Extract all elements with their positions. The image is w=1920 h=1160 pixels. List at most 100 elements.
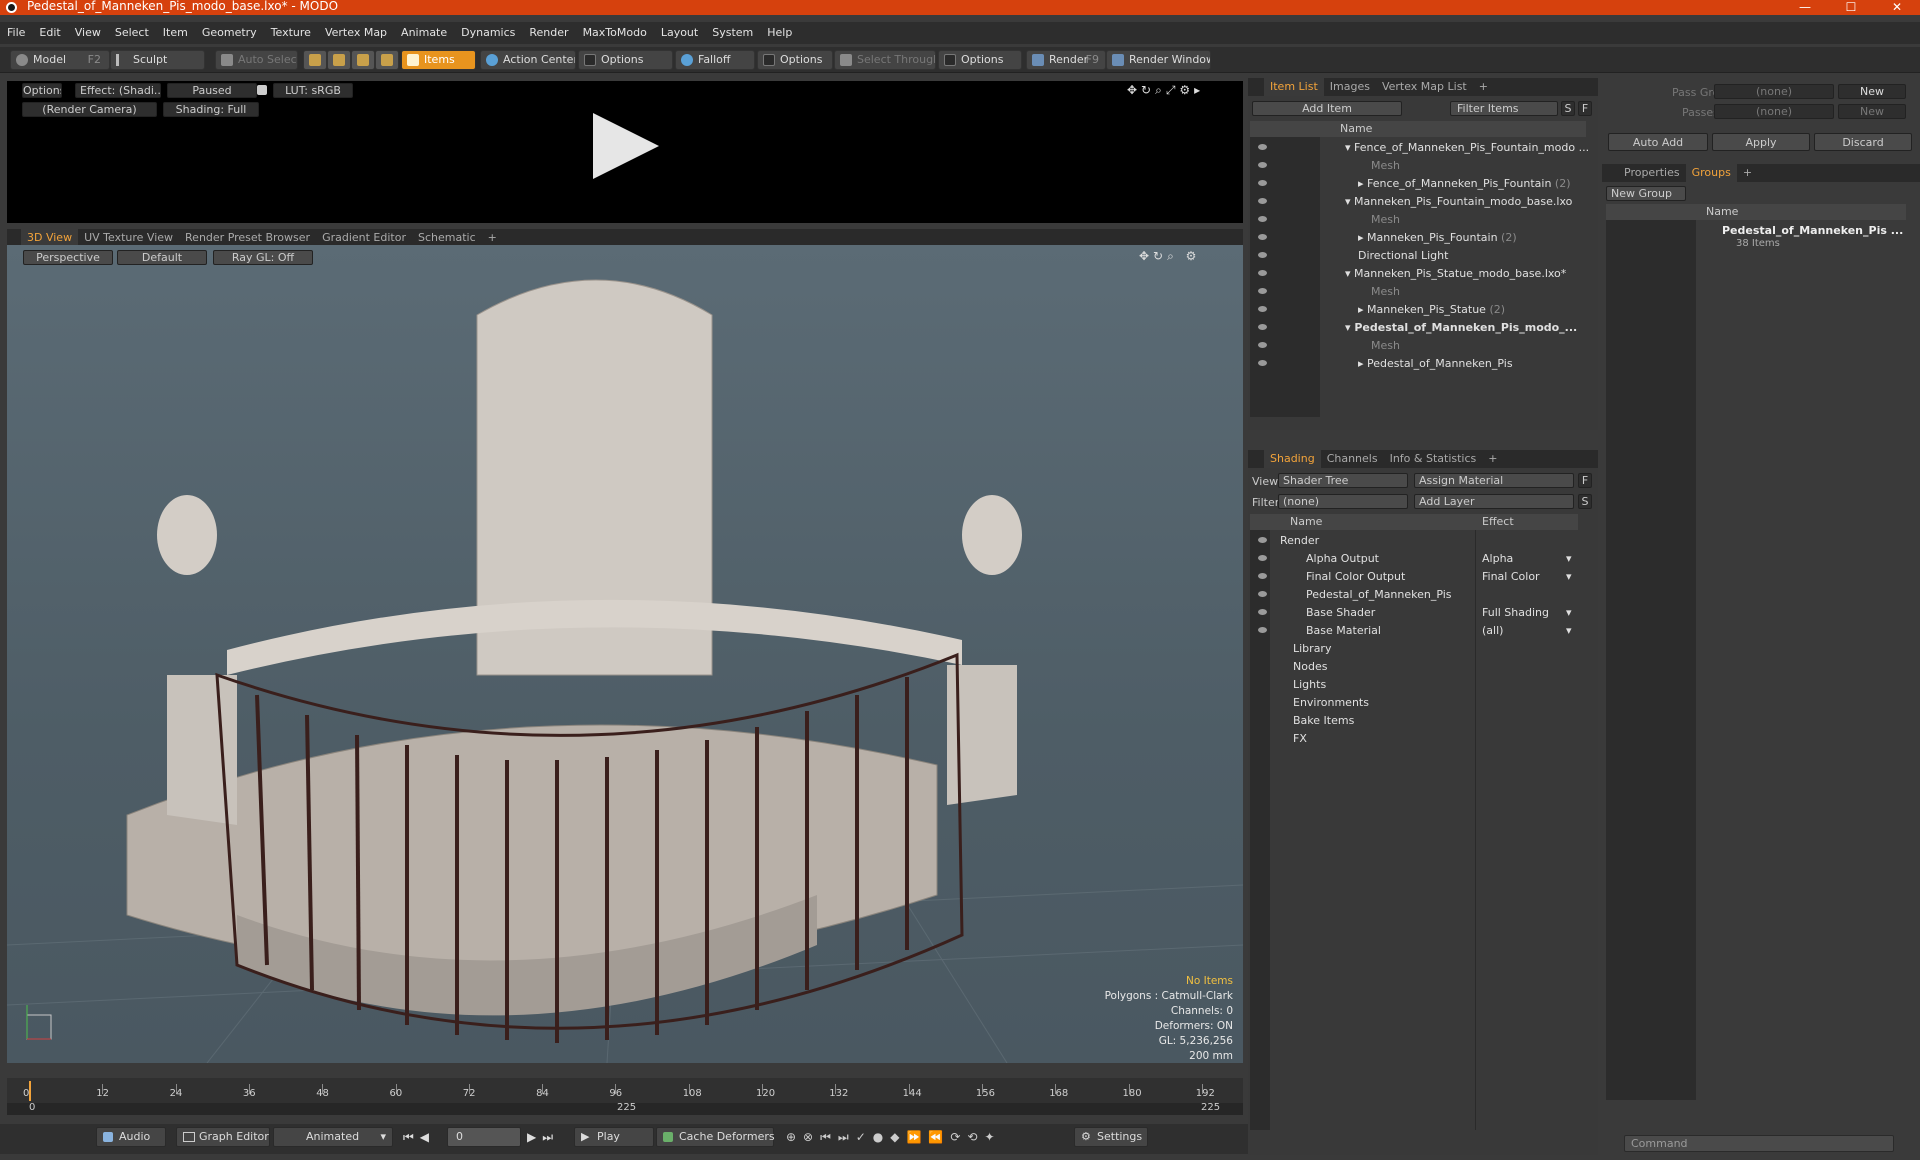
shader-tree-row[interactable]: Environments xyxy=(1250,694,1578,712)
eye-icon[interactable] xyxy=(1258,609,1267,615)
eye-icon[interactable] xyxy=(1258,252,1267,258)
add-item-dropdown[interactable]: Add Item xyxy=(1252,101,1402,116)
menu-texture[interactable]: Texture xyxy=(264,22,318,44)
menu-select[interactable]: Select xyxy=(108,22,156,44)
pass-groups-dropdown[interactable]: (none) xyxy=(1714,84,1834,99)
shading-dropdown[interactable]: Shading: Full xyxy=(163,102,259,117)
item-list-row[interactable]: Mesh xyxy=(1250,283,1586,301)
cache-deformers-button[interactable]: Cache Deformers xyxy=(656,1127,775,1147)
menu-view[interactable]: View xyxy=(68,22,108,44)
3d-viewport[interactable]: Perspective Default Ray GL: Off ✥↻⌕ ⚙ No… xyxy=(7,245,1243,1063)
auto-select-button[interactable]: Auto Select xyxy=(215,50,298,70)
tab-vertex-map-list[interactable]: Vertex Map List xyxy=(1376,78,1473,96)
effect-value[interactable]: Full Shading xyxy=(1482,604,1549,622)
shader-tree-row[interactable]: Base Shader Full Shading ▾ xyxy=(1250,604,1578,622)
model-mode-button[interactable]: Model F2 xyxy=(10,50,110,70)
eye-icon[interactable] xyxy=(1258,537,1267,543)
shader-tree-row[interactable]: FX xyxy=(1250,730,1578,748)
minimize-button[interactable]: — xyxy=(1782,0,1828,15)
eye-icon[interactable] xyxy=(1258,324,1267,330)
effect-value[interactable]: Final Color xyxy=(1482,568,1540,586)
menu-animate[interactable]: Animate xyxy=(394,22,454,44)
f-toggle[interactable]: F xyxy=(1578,473,1592,488)
item-list-row[interactable]: Mesh xyxy=(1250,157,1586,175)
eye-icon[interactable] xyxy=(1258,180,1267,186)
effect-dropdown[interactable]: Effect: (Shadi... xyxy=(75,83,161,98)
command-input[interactable]: Command xyxy=(1624,1135,1894,1152)
menu-item[interactable]: Item xyxy=(156,22,195,44)
render-button[interactable]: Render F9 xyxy=(1026,50,1106,70)
add-tab-button[interactable]: + xyxy=(1737,164,1758,182)
render-camera-dropdown[interactable]: (Render Camera) xyxy=(22,102,157,117)
menu-system[interactable]: System xyxy=(705,22,760,44)
menu-layout[interactable]: Layout xyxy=(654,22,705,44)
select-through-button[interactable]: Select Through xyxy=(834,50,936,70)
materials-mode-button[interactable] xyxy=(375,50,399,70)
eye-icon[interactable] xyxy=(1258,198,1267,204)
falloff-options-button[interactable]: Options xyxy=(757,50,833,70)
chevron-down-icon[interactable]: ▾ xyxy=(1566,568,1572,586)
item-list-row[interactable]: Directional Light xyxy=(1250,247,1586,265)
render-window-button[interactable]: Render Window xyxy=(1106,50,1211,70)
maximize-button[interactable]: ☐ xyxy=(1828,0,1874,15)
close-button[interactable]: ✕ xyxy=(1874,0,1920,15)
menu-vertex-map[interactable]: Vertex Map xyxy=(318,22,394,44)
eye-icon[interactable] xyxy=(1258,360,1267,366)
apply-button[interactable]: Apply xyxy=(1712,133,1810,151)
eye-icon[interactable] xyxy=(1258,270,1267,276)
tab-item-list[interactable]: Item List xyxy=(1264,78,1324,96)
eye-icon[interactable] xyxy=(1258,573,1267,579)
eye-icon[interactable] xyxy=(1258,342,1267,348)
eye-icon[interactable] xyxy=(1258,234,1267,240)
key-tools-icons[interactable]: ⊕⊗⏮⏭✓●◆⏩⏪⟳⟲✦ xyxy=(786,1130,1002,1145)
vertices-mode-button[interactable] xyxy=(303,50,327,70)
tab-shading[interactable]: Shading xyxy=(1264,450,1321,468)
item-list-row[interactable]: ▸ Manneken_Pis_Statue (2) xyxy=(1250,301,1586,319)
shader-tree-row[interactable]: Final Color Output Final Color ▾ xyxy=(1250,568,1578,586)
chevron-down-icon[interactable]: ▾ xyxy=(1566,622,1572,640)
s-toggle[interactable]: S xyxy=(1561,101,1575,116)
menu-help[interactable]: Help xyxy=(760,22,799,44)
item-list-row[interactable]: Mesh xyxy=(1250,337,1586,355)
shader-tree-row[interactable]: Render xyxy=(1250,532,1578,550)
effect-value[interactable]: (all) xyxy=(1482,622,1503,640)
falloff-button[interactable]: Falloff xyxy=(675,50,755,70)
menu-geometry[interactable]: Geometry xyxy=(195,22,264,44)
menu-maxtomodo[interactable]: MaxToModo xyxy=(576,22,654,44)
sculpt-mode-button[interactable]: Sculpt xyxy=(110,50,205,70)
eye-icon[interactable] xyxy=(1258,591,1267,597)
new-pass-group-button[interactable]: New xyxy=(1838,84,1906,99)
add-tab-button[interactable]: + xyxy=(1482,450,1503,468)
item-list-row[interactable]: ▾ Fence_of_Manneken_Pis_Fountain_modo ..… xyxy=(1250,139,1589,157)
items-mode-button[interactable]: Items xyxy=(401,50,476,70)
filter-items-input[interactable]: Filter Items xyxy=(1450,101,1558,116)
render-nav-icons[interactable]: ✥↻⌕⤢⚙▸ xyxy=(1127,83,1204,98)
eye-icon[interactable] xyxy=(1258,306,1267,312)
shader-tree-row[interactable]: Library xyxy=(1250,640,1578,658)
action-center-button[interactable]: Action Center xyxy=(480,50,576,70)
timeline[interactable]: 0 12 24 36 48 60 72 84 96 108 120 132 144 156 168 180 19… xyxy=(7,1078,1361,1115)
frame-input[interactable]: 0 xyxy=(447,1127,521,1147)
settings-button[interactable]: ⚙ Settings xyxy=(1074,1127,1148,1147)
lock-icon[interactable] xyxy=(257,85,267,95)
tab-properties[interactable]: Properties xyxy=(1618,164,1686,182)
effect-value[interactable]: Alpha xyxy=(1482,550,1513,568)
tab-info-statistics[interactable]: Info & Statistics xyxy=(1384,450,1483,468)
item-list-row[interactable]: ▸ Manneken_Pis_Fountain (2) xyxy=(1250,229,1586,247)
eye-icon[interactable] xyxy=(1258,144,1267,150)
chevron-down-icon[interactable]: ▾ xyxy=(1566,550,1572,568)
view-dropdown[interactable]: Shader Tree xyxy=(1278,473,1408,488)
range-bar[interactable]: 0 225 225 xyxy=(7,1102,1243,1115)
chevron-down-icon[interactable]: ▾ xyxy=(1566,604,1572,622)
eye-icon[interactable] xyxy=(1258,162,1267,168)
tab-images[interactable]: Images xyxy=(1324,78,1376,96)
shader-tree-row[interactable]: Lights xyxy=(1250,676,1578,694)
item-list-row[interactable]: ▸ Fence_of_Manneken_Pis_Fountain (2) xyxy=(1250,175,1586,193)
transport-end-buttons[interactable]: ▶⏭ xyxy=(527,1130,559,1145)
menu-render[interactable]: Render xyxy=(522,22,575,44)
shader-tree-row[interactable]: Nodes xyxy=(1250,658,1578,676)
lut-dropdown[interactable]: LUT: sRGB xyxy=(273,83,353,98)
item-list-row[interactable]: ▾ Pedestal_of_Manneken_Pis_modo_... xyxy=(1250,319,1586,337)
auto-add-button[interactable]: Auto Add xyxy=(1608,133,1708,151)
play-icon[interactable] xyxy=(593,113,659,179)
